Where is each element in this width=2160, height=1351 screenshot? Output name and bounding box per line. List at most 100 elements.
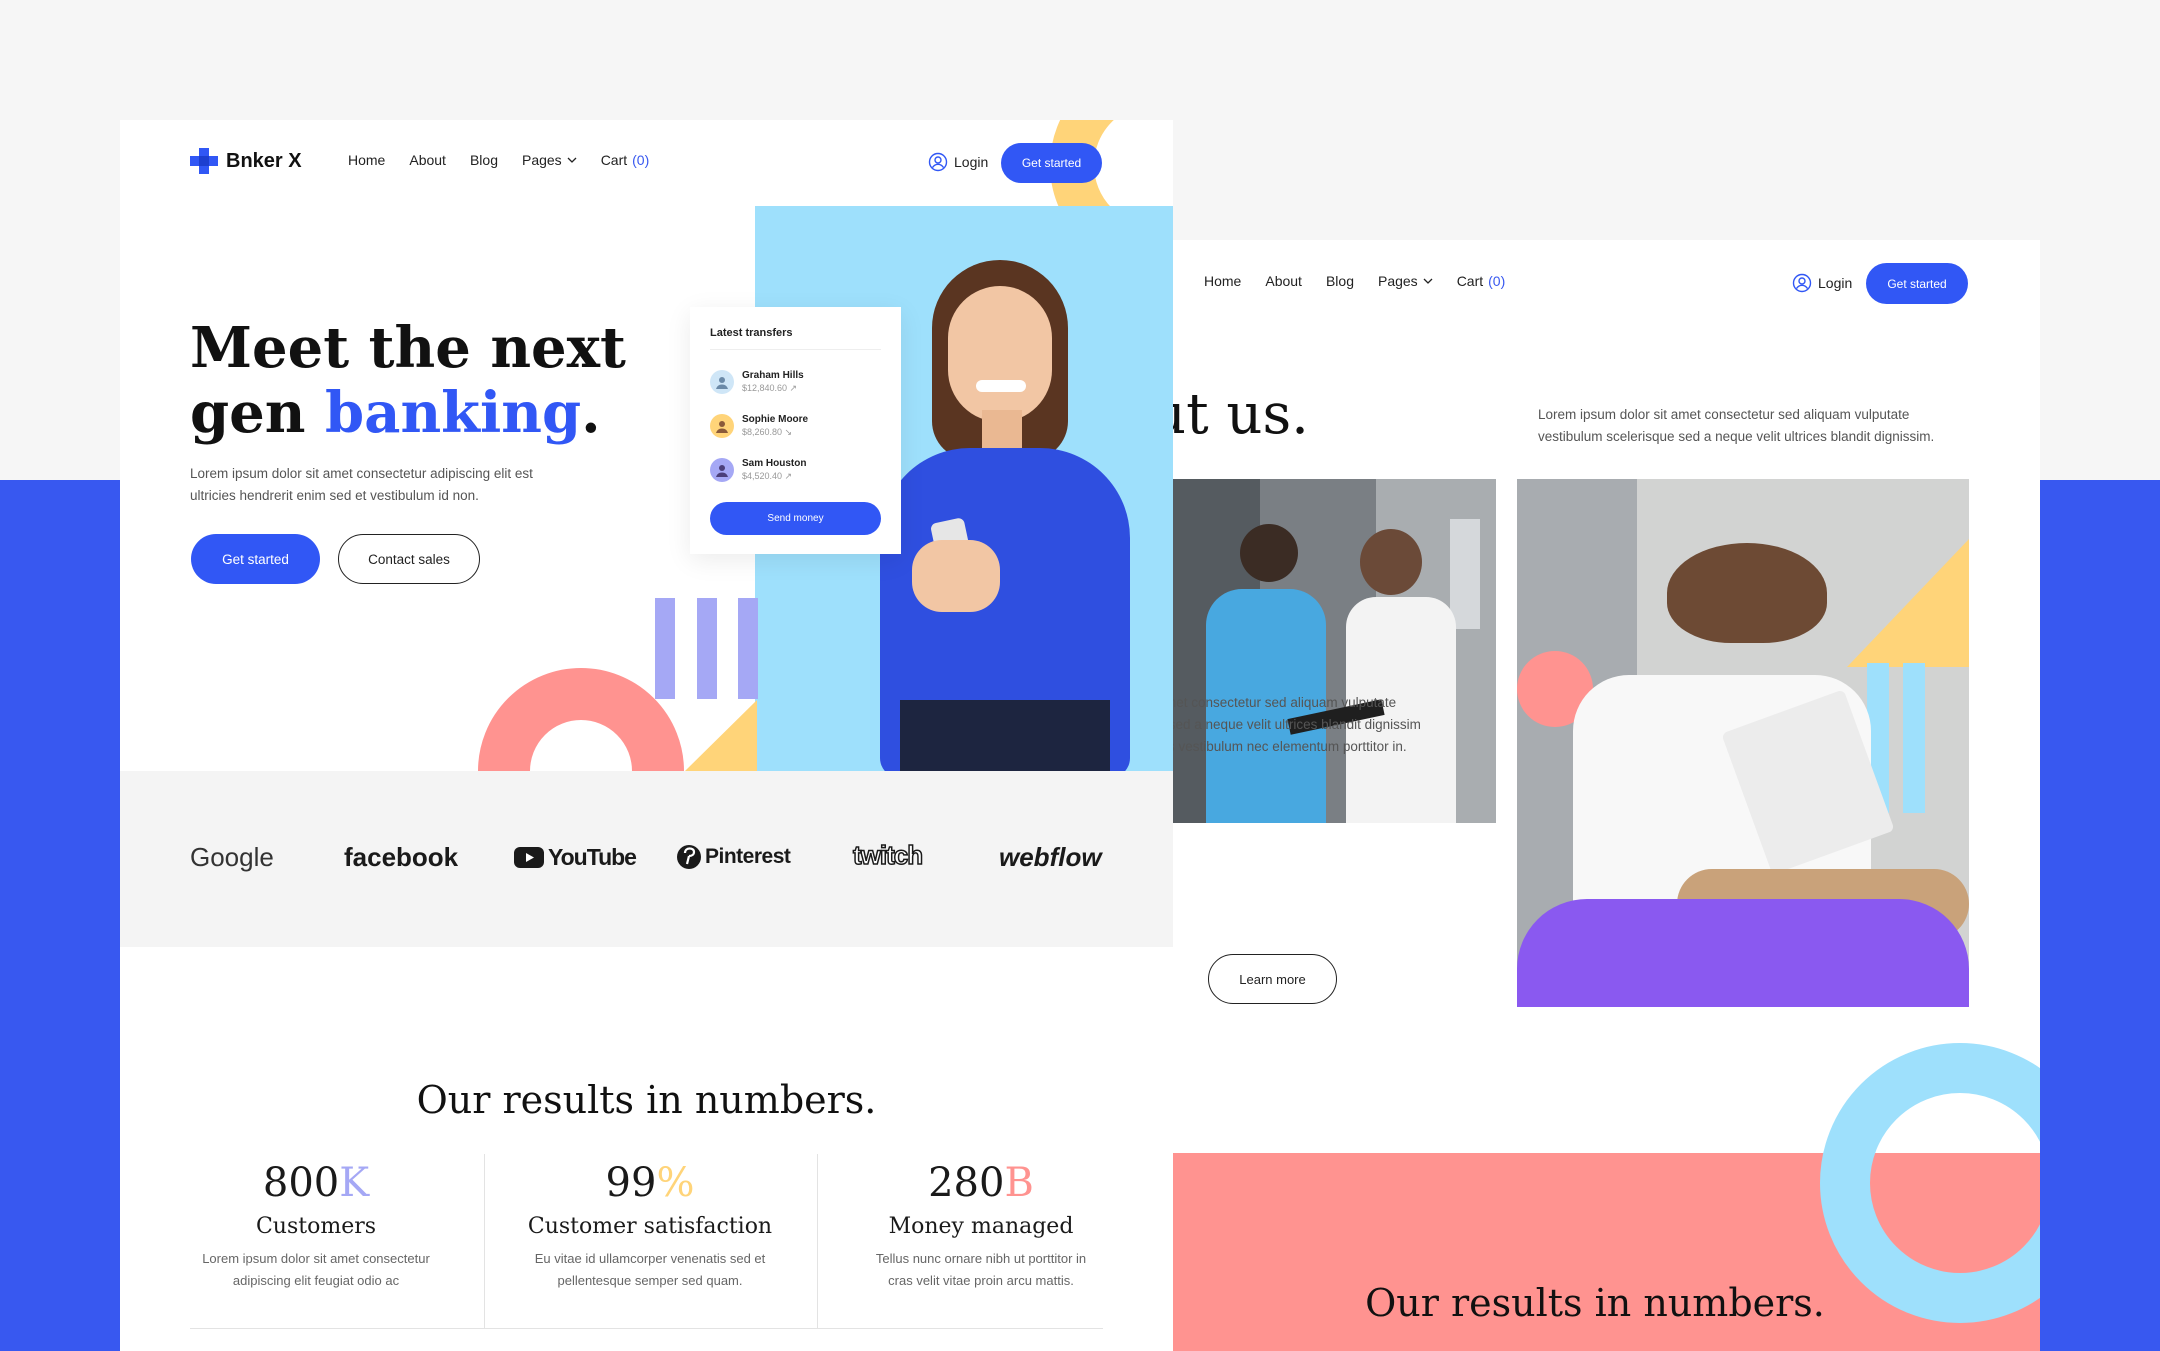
nav-pages-label: Pages	[521, 152, 562, 168]
about-intro-line-1: Lorem ipsum dolor sit amet consectetur s…	[1538, 407, 1910, 422]
login-link[interactable]: Login	[954, 154, 988, 170]
youtube-logo: YouTube	[514, 844, 637, 871]
nav-pages[interactable]: Pages	[1378, 273, 1433, 289]
transfer-amount: $8,260.80 ↘	[742, 427, 793, 437]
stat-desc-line: Tellus nunc ornare nibh ut porttitor in	[875, 1251, 1087, 1266]
transfer-row[interactable]: Sam Houston $4,520.40 ↗	[710, 458, 806, 482]
divider	[710, 349, 881, 350]
stat-customers-desc: Lorem ipsum dolor sit amet consectetur ad…	[176, 1248, 456, 1292]
hero-get-started-button[interactable]: Get started	[191, 534, 320, 584]
stat-customers-value: 800	[262, 1160, 340, 1206]
stat-money-value: 280	[928, 1160, 1005, 1206]
avatar	[710, 370, 734, 394]
stat-customers-number: 800K	[166, 1160, 466, 1206]
transfers-title: Latest transfers	[710, 327, 793, 339]
person-icon	[716, 377, 728, 389]
transfer-amount: $12,840.60 ↗	[742, 383, 798, 393]
cart-count: (0)	[1488, 273, 1506, 289]
nav-cart[interactable]: Cart (0)	[1457, 273, 1506, 289]
stat-satisfaction-title: Customer satisfaction	[527, 1214, 773, 1239]
stat-desc-line: pellentesque semper sed quam.	[557, 1273, 743, 1288]
user-icon	[928, 152, 948, 172]
get-started-button[interactable]: Get started	[1866, 263, 1968, 304]
team-photo	[1150, 479, 1496, 823]
latest-transfers-card: Latest transfers Graham Hills $12,840.60 …	[690, 307, 901, 554]
lavender-bar	[655, 598, 675, 699]
back-nav: Home About Blog Pages Cart (0)	[1204, 273, 1529, 289]
stat-desc-line: Lorem ipsum dolor sit amet consectetur	[202, 1251, 430, 1266]
cart-count: (0)	[632, 152, 650, 168]
transfer-row[interactable]: Graham Hills $12,840.60 ↗	[710, 370, 804, 394]
stat-customers-suffix: K	[339, 1160, 370, 1206]
person-icon	[716, 465, 728, 477]
about-body-line-2: ue sed a neque velit ultrices blandit di…	[1150, 717, 1421, 732]
contact-sales-button[interactable]: Contact sales	[338, 534, 480, 584]
learn-more-button[interactable]: Learn more	[1208, 954, 1337, 1004]
login-link[interactable]: Login	[1818, 275, 1852, 291]
stat-satisfaction-desc: Eu vitae id ullamcorper venenatis sed et…	[510, 1248, 790, 1292]
person-icon	[716, 421, 728, 433]
nav-cart-label: Cart	[600, 152, 628, 168]
hero-subtitle-line-2: ultricies hendrerit enim sed et vestibul…	[190, 488, 479, 503]
twitch-logo: twitch	[852, 839, 924, 871]
about-body-line-3: ibus vestibulum nec elementum porttitor …	[1150, 739, 1407, 754]
stat-divider	[817, 1154, 818, 1328]
stat-desc-line: adipiscing elit feugiat odio ac	[232, 1273, 400, 1288]
nav-blog[interactable]: Blog	[1326, 273, 1354, 289]
results-title: Our results in numbers.	[416, 1078, 877, 1122]
nav-home[interactable]: Home	[1204, 273, 1241, 289]
transfer-row[interactable]: Sophie Moore $8,260.80 ↘	[710, 414, 808, 438]
transfer-name: Graham Hills	[742, 370, 804, 381]
lavender-bar	[697, 598, 717, 699]
stat-money-suffix: B	[1004, 1160, 1034, 1206]
stat-satisfaction-value: 99	[605, 1160, 657, 1206]
stat-money-title: Money managed	[888, 1214, 1074, 1239]
front-login[interactable]: Login	[928, 152, 1012, 172]
nav-cart[interactable]: Cart (0)	[601, 152, 650, 168]
user-icon	[1792, 273, 1812, 293]
results-section-coral: Our results in numbers.	[1150, 1043, 2040, 1351]
nav-home[interactable]: Home	[348, 152, 385, 168]
stat-satisfaction-suffix: %	[656, 1160, 695, 1206]
send-money-button[interactable]: Send money	[710, 502, 881, 535]
stat-desc-line: cras velit vitae proin arcu mattis.	[888, 1273, 1074, 1288]
transfer-amount: $4,520.40 ↗	[742, 471, 793, 481]
nav-about[interactable]: About	[409, 152, 446, 168]
get-started-button[interactable]: Get started	[1001, 143, 1102, 183]
nav-pages-label: Pages	[1377, 273, 1418, 289]
hero-title-gen: gen	[190, 380, 306, 446]
nav-about[interactable]: About	[1265, 273, 1302, 289]
google-logo: Google	[190, 842, 274, 872]
yellow-triangle-shape	[685, 700, 757, 771]
about-body: t amet consectetur sed aliquam vulputate…	[1150, 692, 1421, 758]
hero-title-line-1: Meet the next	[190, 315, 626, 381]
avatar	[710, 414, 734, 438]
stat-divider	[484, 1154, 485, 1328]
about-intro-line-2: vestibulum scelerisque sed a neque velit…	[1538, 429, 1935, 444]
webflow-logo: webflow	[999, 842, 1102, 872]
pinterest-logo-text: Pinterest	[705, 845, 791, 868]
nav-blog[interactable]: Blog	[470, 152, 498, 168]
facebook-logo: facebook	[344, 842, 459, 872]
logo[interactable]: Bnker X	[190, 148, 302, 174]
lavender-bar	[738, 598, 758, 699]
results-title-back: Our results in numbers.	[1365, 1281, 1825, 1325]
yellow-triangle-shape	[1847, 539, 1969, 667]
stat-satisfaction-number: 99%	[500, 1160, 800, 1206]
hero-subtitle: Lorem ipsum dolor sit amet consectetur a…	[190, 463, 533, 507]
transfer-name: Sam Houston	[742, 458, 807, 469]
stat-customers-title: Customers	[255, 1214, 377, 1239]
back-login[interactable]: Login	[1792, 273, 1876, 293]
youtube-play-icon	[514, 847, 544, 868]
hero-title-line-2: gen banking.	[190, 381, 626, 446]
youtube-logo-text: YouTube	[548, 844, 637, 870]
hero-subtitle-line-1: Lorem ipsum dolor sit amet consectetur a…	[190, 466, 533, 481]
results-bottom-divider	[190, 1328, 1103, 1329]
chevron-down-icon	[567, 157, 577, 163]
about-intro: Lorem ipsum dolor sit amet consectetur s…	[1538, 404, 1934, 448]
stat-money-number: 280B	[831, 1160, 1131, 1206]
hero-title-dot: .	[581, 380, 601, 446]
nav-pages[interactable]: Pages	[522, 152, 577, 168]
about-body-line-1: t amet consectetur sed aliquam vulputate	[1150, 695, 1397, 710]
transfer-name: Sophie Moore	[742, 414, 809, 425]
